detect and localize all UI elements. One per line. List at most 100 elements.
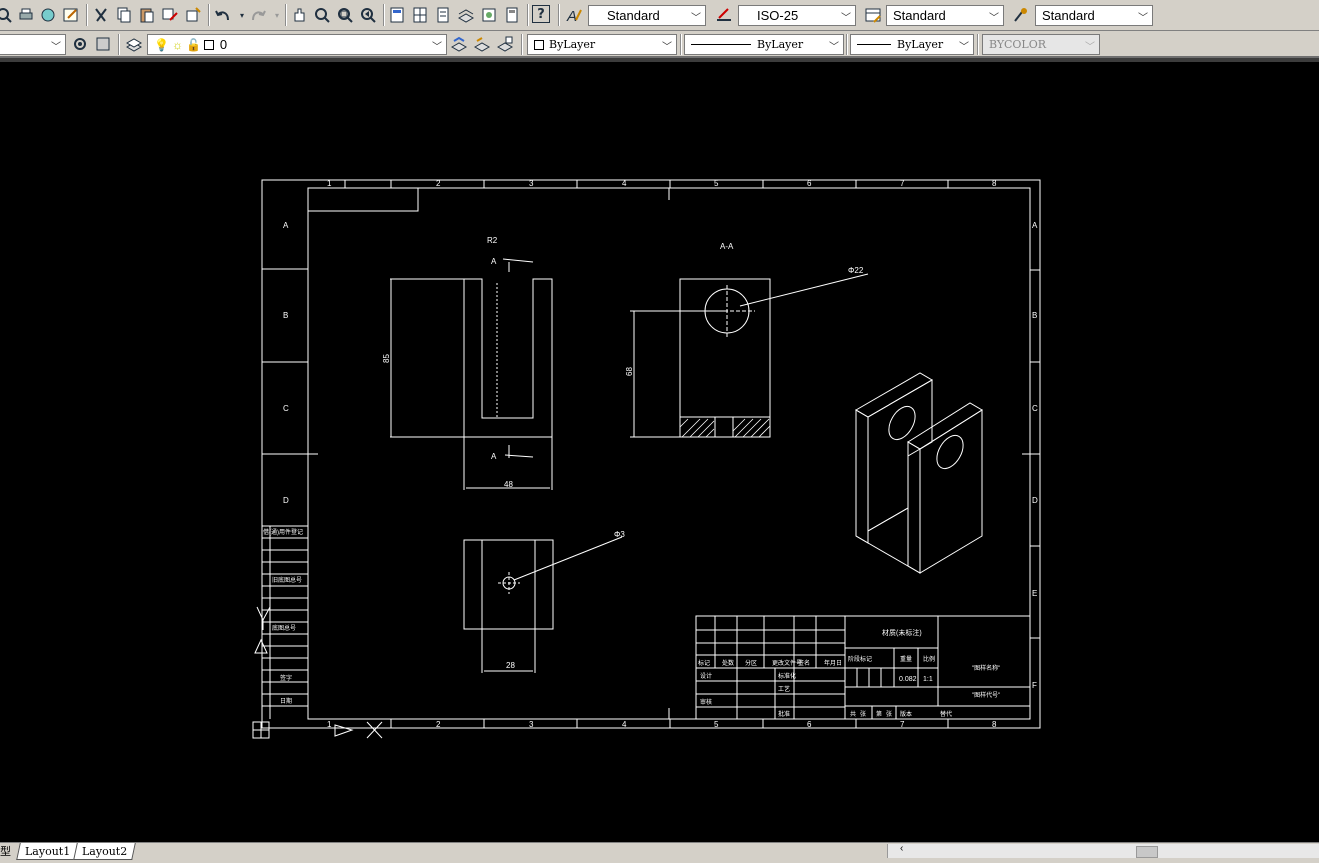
lineweight-select[interactable]: ByLayer ﹀ (850, 34, 974, 55)
layer-color-swatch (203, 39, 214, 50)
col-label: 5 (714, 720, 719, 729)
col-label: 4 (622, 720, 627, 729)
text-style-select[interactable]: Standard ﹀ (588, 5, 706, 26)
layer-select[interactable]: 💡 ☼ 🔓 0 ﹀ (147, 34, 447, 55)
tab-layout1[interactable]: Layout1 (16, 843, 80, 860)
pan-icon[interactable] (289, 5, 309, 25)
sheet-set-icon[interactable] (456, 5, 476, 25)
isometric-view (855, 372, 983, 574)
horizontal-scrollbar[interactable]: ‹ (887, 843, 1319, 858)
calculator-icon[interactable] (502, 5, 522, 25)
separator (285, 4, 287, 26)
section-mark: A (491, 452, 497, 461)
tab-model[interactable]: 型 (0, 843, 11, 859)
zoom-previous-icon[interactable] (358, 5, 378, 25)
chevron-down-icon: ﹀ (989, 12, 999, 24)
left-block-label: 借(通)用件登记 (263, 528, 303, 536)
dimension-style-icon[interactable] (714, 5, 734, 25)
row-label: B (1032, 311, 1037, 320)
drawing-name-placeholder: "图样名称" (972, 664, 1000, 672)
paste-icon[interactable] (137, 5, 157, 25)
properties-icon[interactable] (387, 5, 407, 25)
table-style-icon[interactable] (863, 5, 883, 25)
title-block-label: 重量 (900, 655, 912, 663)
design-center-icon[interactable] (410, 5, 430, 25)
publish-icon[interactable] (38, 5, 58, 25)
hole-dim: Φ22 (848, 266, 864, 275)
title-block-label: 年月日 (824, 659, 842, 667)
section-view (630, 273, 869, 438)
undo-icon[interactable] (213, 5, 233, 25)
layer-name-value: 0 (219, 37, 228, 52)
chevron-down-icon: ﹀ (959, 41, 969, 53)
edit-icon[interactable] (61, 5, 81, 25)
title-block-label: 设计 (700, 672, 712, 680)
svg-text:A: A (566, 8, 577, 24)
separator (680, 34, 682, 55)
scroll-left-icon[interactable]: ‹ (900, 843, 903, 854)
scale-value: 1:1 (923, 676, 933, 683)
text-style-icon[interactable]: A (564, 5, 584, 25)
layer-state-icon[interactable] (495, 34, 515, 54)
scroll-thumb[interactable] (1136, 846, 1158, 858)
layer-previous-icon[interactable] (472, 34, 492, 54)
customize-icon[interactable] (93, 34, 113, 54)
table-style-select[interactable]: Standard ﹀ (886, 5, 1004, 26)
block-editor-icon[interactable] (183, 5, 203, 25)
front-view (390, 258, 553, 490)
color-select[interactable]: ByLayer ﹀ (527, 34, 677, 55)
col-label: 7 (900, 179, 905, 188)
text-style-value: Standard (607, 8, 660, 23)
zoom-icon[interactable] (0, 5, 14, 25)
dimension-style-value: ISO-25 (757, 8, 799, 23)
chevron-down-icon: ﹀ (1085, 41, 1095, 53)
hatch-pattern (679, 418, 771, 438)
title-block-label: 审核 (700, 698, 712, 706)
table-style-value: Standard (893, 8, 946, 23)
multileader-style-select[interactable]: Standard ﹀ (1035, 5, 1153, 26)
tool-palettes-icon[interactable] (433, 5, 453, 25)
zoom-realtime-icon[interactable] (312, 5, 332, 25)
redo-dropdown-icon[interactable]: ▾ (267, 5, 287, 25)
col-label: 3 (529, 720, 534, 729)
drawing-code-placeholder: "图样代号" (972, 691, 1000, 699)
title-block-label: 工艺 (778, 685, 790, 693)
row-label: B (283, 311, 288, 320)
workspace-select[interactable]: ﹀ (0, 34, 66, 55)
separator (846, 34, 848, 55)
drawing-canvas[interactable]: 1 2 3 4 5 6 7 8 1 2 3 4 5 6 7 8 A B C D … (0, 62, 1319, 842)
zoom-window-icon[interactable] (335, 5, 355, 25)
match-properties-icon[interactable] (160, 5, 180, 25)
height-dim: 68 (625, 367, 634, 376)
markup-icon[interactable] (479, 5, 499, 25)
redo-icon[interactable] (248, 5, 268, 25)
chevron-down-icon: ﹀ (829, 41, 839, 53)
make-current-icon[interactable] (449, 34, 469, 54)
col-label: 1 (327, 720, 332, 729)
cut-icon[interactable] (91, 5, 111, 25)
lineweight-value: ByLayer (897, 38, 944, 51)
col-label: 2 (436, 720, 441, 729)
drawing-svg[interactable]: 1 2 3 4 5 6 7 8 1 2 3 4 5 6 7 8 A B C D … (0, 62, 1319, 842)
separator (383, 4, 385, 26)
layout-tab-bar: 型 Layout1 Layout2 ‹ (0, 842, 1319, 863)
separator (86, 4, 88, 26)
col-label: 6 (807, 179, 812, 188)
help-icon[interactable]: ? (532, 5, 550, 23)
linetype-select[interactable]: ByLayer ﹀ (684, 34, 844, 55)
col-label: 2 (436, 179, 441, 188)
color-value: ByLayer (549, 38, 596, 51)
plotstyle-value: BYCOLOR (989, 38, 1046, 51)
title-block-label: 张 (886, 710, 892, 718)
dimension-style-select[interactable]: ISO-25 ﹀ (738, 5, 856, 26)
row-label: A (283, 221, 289, 230)
multileader-style-icon[interactable] (1011, 5, 1031, 25)
plot-icon[interactable] (16, 5, 36, 25)
copy-icon[interactable] (114, 5, 134, 25)
workspace-settings-icon[interactable] (70, 34, 90, 54)
layer-properties-icon[interactable] (124, 34, 144, 54)
tab-layout2[interactable]: Layout2 (73, 843, 137, 860)
col-label: 3 (529, 179, 534, 188)
width-dim: 28 (506, 661, 515, 670)
standard-toolbar: ▾ ▾ ? A Standard ﹀ ISO-25 ﹀ Standard ﹀ Stan… (0, 0, 1319, 31)
